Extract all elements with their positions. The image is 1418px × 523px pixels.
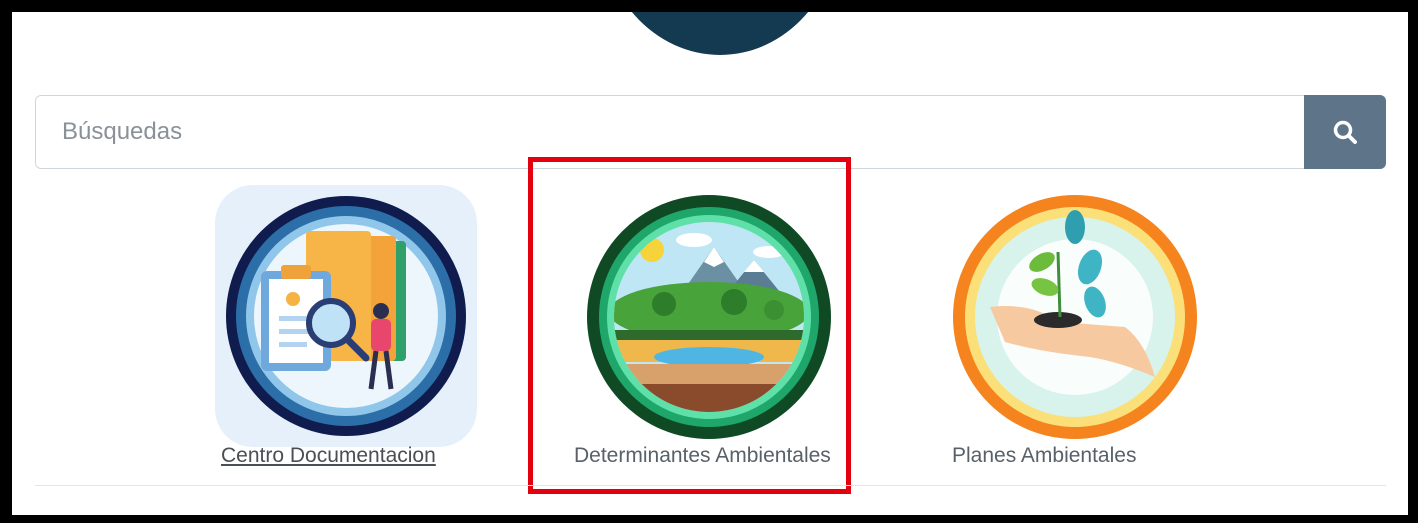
divider <box>35 485 1386 486</box>
documents-magnifier-icon <box>226 196 466 436</box>
search-icon <box>1333 120 1357 144</box>
search-button[interactable] <box>1304 95 1386 169</box>
card-label-centro-documentacion[interactable]: Centro Documentacion <box>221 444 436 468</box>
search-input[interactable] <box>35 95 1304 169</box>
card-label-planes-ambientales[interactable]: Planes Ambientales <box>952 444 1136 468</box>
centro-documentacion-card[interactable] <box>215 185 477 447</box>
logo <box>600 12 840 55</box>
determinantes-ambientales-card[interactable] <box>584 192 834 442</box>
search-bar <box>35 95 1386 169</box>
landscape-layers-icon <box>587 195 831 439</box>
planes-ambientales-card[interactable] <box>950 192 1200 442</box>
card-label-determinantes-ambientales[interactable]: Determinantes Ambientales <box>574 444 831 468</box>
hand-plant-icon <box>953 195 1197 439</box>
page-frame: Centro Documentacion <box>12 12 1408 515</box>
